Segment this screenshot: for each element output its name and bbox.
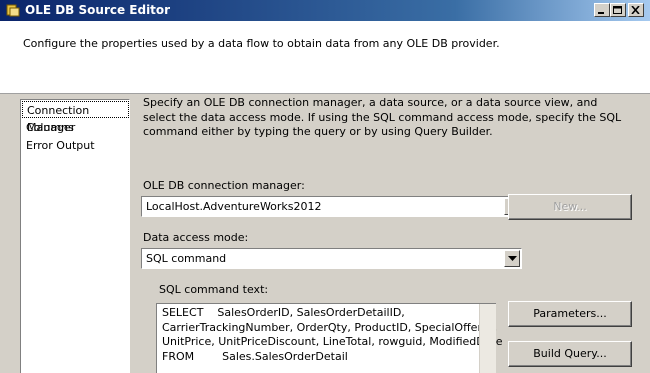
build-query-button[interactable]: Build Query...: [508, 341, 632, 367]
header-panel: Configure the properties used by a data …: [0, 21, 650, 94]
sql-command-text: SELECT SalesOrderID, SalesOrderDetailID,…: [162, 306, 503, 363]
new-connection-button[interactable]: New...: [508, 194, 632, 220]
maximize-button[interactable]: [610, 3, 626, 17]
minimize-icon: [598, 12, 604, 14]
maximize-icon: [613, 6, 622, 14]
close-icon: [631, 6, 640, 14]
page-navigation: Connection Manager Columns Error Output: [20, 99, 130, 373]
connection-manager-dropdown[interactable]: LocalHost.AdventureWorks2012: [141, 196, 522, 217]
sql-command-label: SQL command text:: [159, 283, 269, 296]
nav-item-connection-manager[interactable]: Connection Manager: [22, 101, 129, 134]
intro-text: Specify an OLE DB connection manager, a …: [143, 96, 622, 138]
access-mode-label: Data access mode:: [143, 231, 249, 244]
access-mode-dropdown[interactable]: SQL command: [141, 248, 522, 269]
chevron-down-icon: [508, 256, 517, 261]
editor-description: Configure the properties used by a data …: [23, 37, 500, 50]
dropdown-arrow-button[interactable]: [504, 250, 520, 267]
sql-command-textarea[interactable]: SELECT SalesOrderID, SalesOrderDetailID,…: [156, 303, 503, 373]
connection-manager-value: LocalHost.AdventureWorks2012: [146, 200, 322, 213]
access-mode-value: SQL command: [146, 252, 227, 265]
minimize-button[interactable]: [594, 3, 610, 17]
ssis-source-icon: [6, 3, 20, 17]
connection-manager-label: OLE DB connection manager:: [143, 179, 305, 192]
sql-vertical-scrollbar[interactable]: [479, 304, 496, 373]
close-button[interactable]: [628, 3, 644, 17]
title-bar[interactable]: OLE DB Source Editor: [0, 0, 650, 21]
window-title: OLE DB Source Editor: [25, 3, 171, 17]
nav-item-error-output[interactable]: Error Output: [21, 137, 132, 154]
parameters-button[interactable]: Parameters...: [508, 301, 632, 327]
nav-item-columns[interactable]: Columns: [21, 119, 132, 136]
